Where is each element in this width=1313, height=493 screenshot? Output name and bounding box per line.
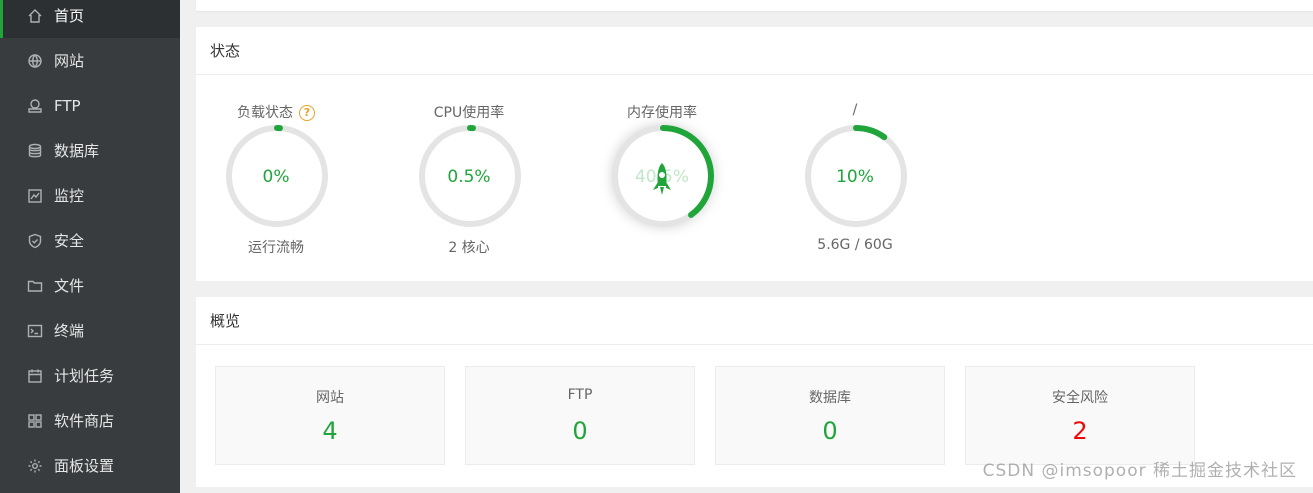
sidebar-item-home[interactable]: 首页	[0, 0, 180, 38]
gauge-label: 内存使用率	[627, 105, 697, 121]
status-title: 状态	[196, 27, 1313, 75]
sidebar-item-terminal[interactable]: 终端	[0, 308, 180, 353]
sidebar-item-label: 文件	[54, 277, 85, 295]
home-icon	[27, 8, 43, 24]
card-label: FTP	[567, 387, 593, 403]
card-value[interactable]: 2	[966, 417, 1194, 445]
overview-card-website[interactable]: 网站 4	[215, 366, 445, 465]
help-icon[interactable]: ?	[299, 104, 315, 121]
gauge-label: 负载状态?	[206, 102, 346, 122]
gauge-value: 10%	[836, 167, 874, 187]
gauge-label: /	[852, 102, 858, 118]
card-label: 安全风险	[1052, 390, 1108, 406]
overview-card-ftp[interactable]: FTP 0	[465, 366, 695, 465]
card-value[interactable]: 0	[716, 417, 944, 445]
sidebar-item-label: 计划任务	[54, 367, 115, 385]
sidebar-item-label: 首页	[54, 7, 85, 25]
gauge-sub: 运行流畅	[248, 240, 304, 256]
gauge-value: 0.5%	[447, 167, 491, 187]
sidebar-item-label: 网站	[54, 52, 85, 70]
card-value[interactable]: 4	[216, 417, 444, 445]
shield-icon	[27, 233, 43, 249]
gauge-sub: 5.6G / 60G	[817, 237, 893, 253]
sidebar-item-label: 安全	[54, 232, 85, 250]
calendar-icon	[27, 368, 43, 384]
folder-icon	[27, 278, 43, 294]
watermark: CSDN @imsopoor 稀土掘金技术社区	[982, 461, 1297, 481]
sidebar-item-label: 数据库	[54, 142, 100, 160]
sidebar-item-website[interactable]: 网站	[0, 38, 180, 83]
overview-title: 概览	[196, 297, 1313, 345]
sidebar: 首页 网站 FTP 数据库 监控 安全 文件 终端 计划任务 软件商店 面板设置	[0, 0, 180, 493]
sidebar-item-database[interactable]: 数据库	[0, 128, 180, 173]
gear-icon	[27, 458, 43, 474]
card-value[interactable]: 0	[466, 417, 694, 445]
sidebar-item-cron[interactable]: 计划任务	[0, 353, 180, 398]
sidebar-item-label: FTP	[54, 96, 81, 115]
rocket-icon[interactable]	[651, 162, 673, 200]
sidebar-item-security[interactable]: 安全	[0, 218, 180, 263]
status-panel: 状态 负载状态? 0% 运行流畅 CPU使用率 0.5% 2 核心 内存使用率 …	[196, 27, 1313, 281]
sidebar-item-label: 监控	[54, 187, 85, 205]
sidebar-item-label: 面板设置	[54, 457, 115, 475]
globe-icon	[27, 53, 43, 69]
database-icon	[27, 143, 43, 159]
ftp-icon	[27, 98, 43, 114]
sidebar-item-label: 软件商店	[54, 412, 115, 430]
gauge-value: 0%	[262, 167, 290, 187]
sidebar-item-label: 终端	[54, 322, 85, 340]
monitor-icon	[27, 188, 43, 204]
terminal-icon	[27, 323, 43, 339]
top-panel	[196, 0, 1313, 11]
sidebar-item-monitor[interactable]: 监控	[0, 173, 180, 218]
gauge-sub: 2 核心	[448, 240, 490, 256]
card-label: 数据库	[809, 390, 851, 406]
gauge-label: CPU使用率	[433, 105, 505, 121]
sidebar-item-store[interactable]: 软件商店	[0, 398, 180, 443]
overview-card-security-risk[interactable]: 安全风险 2	[965, 366, 1195, 465]
grid-icon	[27, 413, 43, 429]
sidebar-item-settings[interactable]: 面板设置	[0, 443, 180, 488]
card-label: 网站	[316, 390, 344, 406]
overview-card-database[interactable]: 数据库 0	[715, 366, 945, 465]
sidebar-item-ftp[interactable]: FTP	[0, 83, 180, 128]
sidebar-item-files[interactable]: 文件	[0, 263, 180, 308]
